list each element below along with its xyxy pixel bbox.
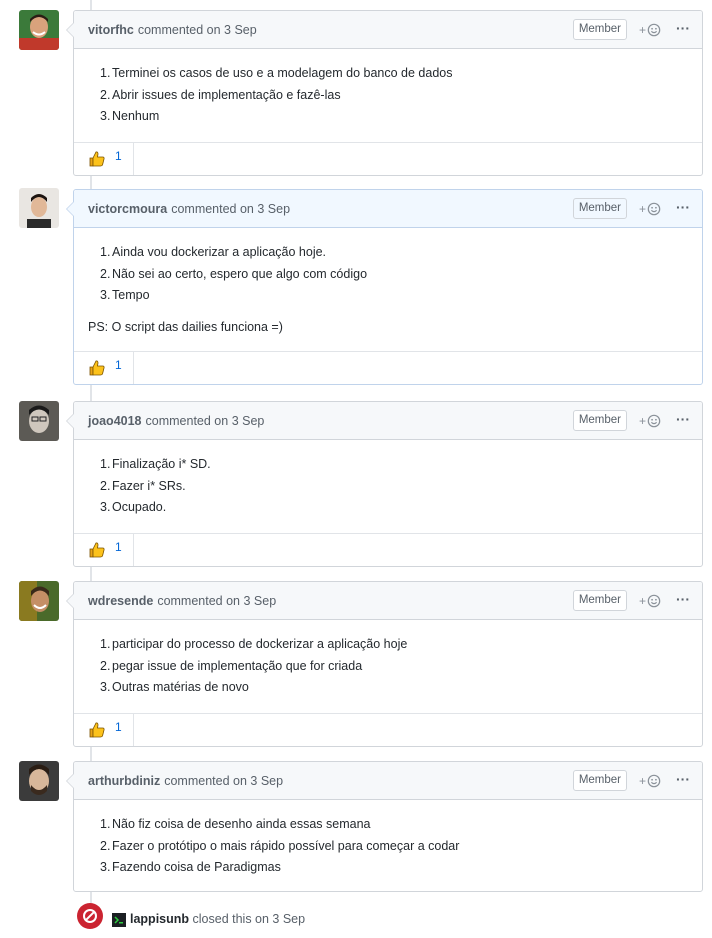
reaction-count: 1 [115,148,122,163]
thumbs-up-icon [89,151,105,166]
avatar[interactable] [112,913,126,927]
comment-header: vitorfhc commented on 3 Sep Member + ··· [74,11,702,49]
avatar[interactable] [19,188,59,228]
comment-body: 1. Ainda vou dockerizar a aplicação hoje.… [74,228,702,351]
comment-action: commented on [171,201,254,216]
comment-date[interactable]: 3 Sep [250,774,283,788]
reaction-count: 1 [115,719,122,734]
list-item: 2. Abrir issues de implementação e fazê-l… [100,87,341,102]
comment-action: commented on [157,593,240,608]
list-item: 3. Ocupado. [100,500,167,514]
member-badge: Member [572,198,627,219]
comment-header: joao4018 commented on 3 Sep Member + ··· [74,402,702,440]
reaction-count: 1 [115,357,122,372]
reactions-bar: 1 [74,712,702,746]
comment-body: 1. Finalização i* SD. 2. Fazer i* SRs. 3. O… [74,440,702,533]
comment-body: 1. Não fiz coisa de desenho ainda essas s… [74,800,702,891]
avatar[interactable] [19,581,59,621]
avatar[interactable] [19,10,59,50]
author-link[interactable]: arthurbdiniz [88,774,160,788]
member-badge: Member [572,19,627,40]
thumbs-up-icon [89,360,105,375]
author-link[interactable]: vitorfhc [88,23,134,37]
more-options-button[interactable]: ··· [676,411,690,427]
thumbs-up-reaction[interactable]: 1 [74,351,134,384]
list-item: 1. Finalização i* SD. [100,457,211,471]
comment-header: arthurbdiniz commented on 3 Sep Member +… [74,762,702,800]
comment-action: commented on [164,773,247,788]
list-item: 1. Ainda vou dockerizar a aplicação hoje. [100,245,327,259]
member-badge: Member [572,770,627,791]
more-options-button[interactable]: ··· [676,20,690,36]
smiley-icon [647,594,661,608]
comment-date[interactable]: 3 Sep [232,414,265,428]
comment-header: victorcmoura commented on 3 Sep Member +… [74,190,702,228]
add-reaction-button[interactable]: + [639,592,665,610]
add-reaction-button[interactable]: + [639,200,665,218]
author-link[interactable]: wdresende [88,594,153,608]
list-item: 1. Terminei os casos de uso e a modelagem… [100,66,453,80]
thumbs-up-icon [89,542,105,557]
comment-action: commented on [137,22,221,37]
more-options-button[interactable]: ··· [676,591,690,607]
reactions-bar: 1 [74,532,702,566]
list-item: 2. pegar issue de implementação que for c… [100,658,363,673]
smiley-icon [647,414,661,428]
comment-date[interactable]: 3 Sep [224,23,257,37]
more-options-button[interactable]: ··· [676,771,690,787]
closed-event-text: lappisunb closed this on 3 Sep [130,912,305,926]
thumbs-up-reaction[interactable]: 1 [74,142,134,175]
smiley-icon [647,23,661,37]
comment-action: commented on [145,413,229,428]
list-item: 1. Não fiz coisa de desenho ainda essas s… [100,817,371,831]
list-item: 1. participar do processo de dockerizar a… [100,637,408,651]
reactions-bar: 1 [74,141,702,175]
add-reaction-button[interactable]: + [639,21,665,39]
thumbs-up-reaction[interactable]: 1 [74,713,134,746]
list-item: 3. Nenhum [100,109,160,123]
closed-event-description: closed this on 3 Sep [192,912,306,926]
member-badge: Member [572,410,627,431]
list-item: 2. Fazer o protótipo o mais rápido possív… [100,838,460,853]
smiley-icon [647,202,661,216]
closed-event: lappisunb closed this on 3 Sep [0,903,712,933]
list-item: 2. Não sei ao certo, espero que algo com … [100,266,368,281]
closed-badge [77,903,103,929]
author-link[interactable]: joao4018 [88,414,142,428]
list-item: 3. Outras matérias de novo [100,680,249,694]
comment-date[interactable]: 3 Sep [257,202,290,216]
comment-date[interactable]: 3 Sep [243,594,276,608]
more-options-button[interactable]: ··· [676,199,690,215]
smiley-icon [647,774,661,788]
postscript-text: PS: O script das dailies funciona =) [88,319,283,334]
list-item: 3. Tempo [100,288,150,302]
author-link[interactable]: victorcmoura [88,202,167,216]
comment-header: wdresende commented on 3 Sep Member + ··… [74,582,702,620]
add-reaction-button[interactable]: + [639,772,665,790]
list-item: 3. Fazendo coisa de Paradigmas [100,860,281,874]
reaction-count: 1 [115,539,122,554]
thumbs-up-reaction[interactable]: 1 [74,533,134,566]
add-reaction-button[interactable]: + [639,412,665,430]
reactions-bar: 1 [74,350,702,384]
member-badge: Member [572,590,627,611]
actor-link[interactable]: lappisunb [130,912,189,926]
thumbs-up-icon [89,722,105,737]
circle-slash-icon [83,909,97,923]
avatar[interactable] [19,761,59,801]
comment-body: 1. participar do processo de dockerizar a… [74,620,702,713]
comment-body: 1. Terminei os casos de uso e a modelagem… [74,49,702,142]
avatar[interactable] [19,401,59,441]
list-item: 2. Fazer i* SRs. [100,478,186,493]
